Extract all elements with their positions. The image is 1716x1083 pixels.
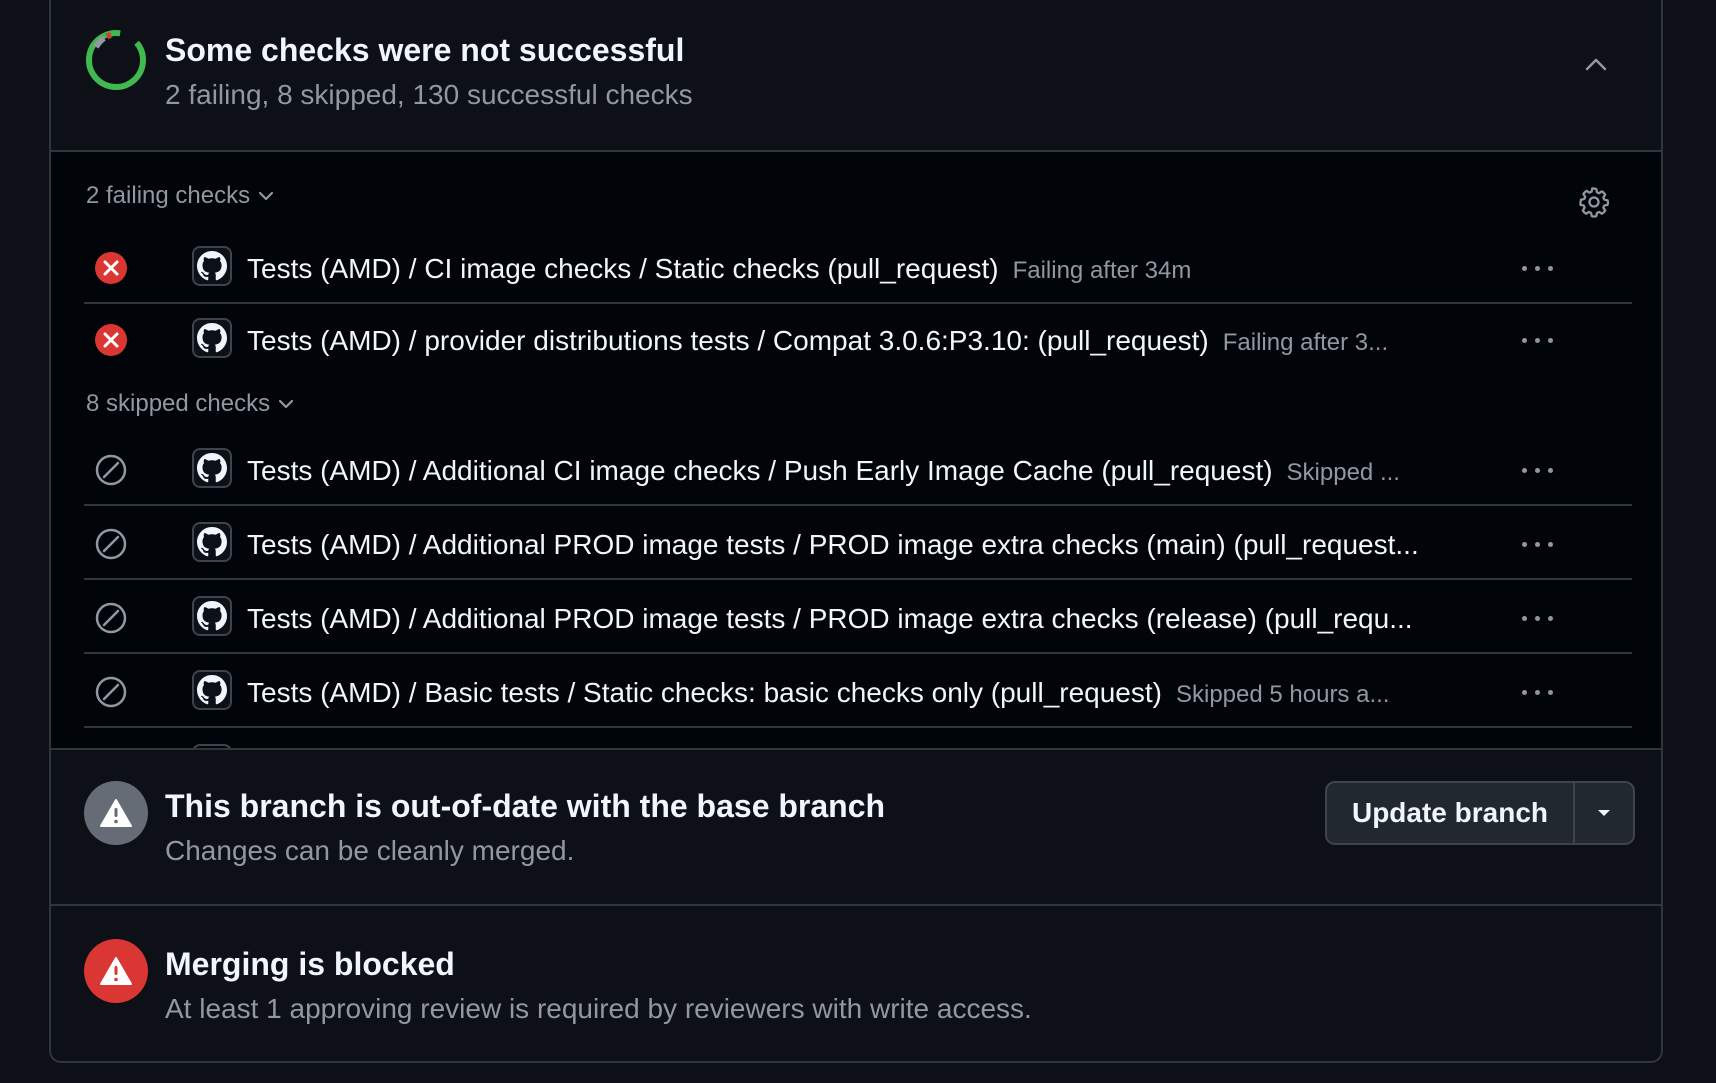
check-name-link[interactable]: Tests (AMD) / Additional CI image checks… <box>247 455 1273 486</box>
check-status-text: Skipped ... <box>1286 459 1400 486</box>
merge-status-section: Merging is blocked At least 1 approving … <box>51 906 1661 1061</box>
kebab-dot <box>1547 467 1553 473</box>
partial-progress-ring-icon <box>86 30 146 90</box>
kebab-dot <box>1521 541 1527 547</box>
github-actions-avatar <box>192 596 232 636</box>
github-actions-avatar <box>192 522 232 562</box>
check-name-link[interactable]: Tests (AMD) / Additional PROD image test… <box>247 603 1413 634</box>
github-mark-icon <box>197 323 227 353</box>
kebab-dot <box>1534 337 1540 343</box>
github-mark-icon <box>197 453 227 483</box>
skip-icon <box>95 454 127 486</box>
check-row[interactable]: Tests (AMD) / CI image checks / Static c… <box>84 232 1632 304</box>
skipped-checks-label: 8 skipped checks <box>86 390 271 417</box>
skip-icon <box>95 676 127 708</box>
check-actions-button[interactable] <box>1514 526 1560 562</box>
kebab-dot <box>1547 615 1553 621</box>
check-status-text: Skipped 5 hours a... <box>1175 681 1390 708</box>
kebab-dot <box>1521 337 1527 343</box>
check-status-text: Failing after 3... <box>1222 329 1389 356</box>
branch-status-subtitle: Changes can be cleanly merged. <box>165 835 575 866</box>
chevron-up-icon <box>1585 58 1607 71</box>
github-mark-icon <box>197 675 227 705</box>
check-name-link[interactable]: Tests (AMD) / provider distributions tes… <box>247 325 1209 356</box>
check-actions-button[interactable] <box>1514 600 1560 636</box>
alert-icon <box>84 939 148 1003</box>
x-circle-fill-icon <box>95 324 127 356</box>
update-branch-button-group: Update branch <box>1325 781 1635 845</box>
merge-box: Some checks were not successful 2 failin… <box>49 0 1663 1063</box>
kebab-dot <box>1547 337 1553 343</box>
update-branch-menu-button[interactable] <box>1575 783 1633 843</box>
merge-status-title: Merging is blocked <box>165 946 455 982</box>
check-actions-button[interactable] <box>1514 322 1560 358</box>
check-row[interactable]: Tests (AMD) / Basic tests / Static check… <box>84 656 1632 728</box>
kebab-dot <box>1534 615 1540 621</box>
kebab-dot <box>1521 689 1527 695</box>
checks-summary-subtitle: 2 failing, 8 skipped, 130 successful che… <box>165 79 693 110</box>
github-mark-icon <box>197 601 227 631</box>
kebab-dot <box>1534 265 1540 271</box>
github-actions-avatar <box>192 670 232 710</box>
check-row[interactable]: Tests (AMD) / Additional PROD image test… <box>84 582 1632 654</box>
kebab-dot <box>1521 265 1527 271</box>
skip-icon <box>95 602 127 634</box>
github-mark-icon <box>197 527 227 557</box>
checks-summary-header: Some checks were not successful 2 failin… <box>51 0 1661 152</box>
github-mark-icon <box>197 251 227 281</box>
github-actions-avatar <box>192 448 232 488</box>
skipped-checks-toggle[interactable]: 8 skipped checks <box>86 390 294 418</box>
check-name-link[interactable]: Tests (AMD) / Additional PROD image test… <box>247 529 1419 560</box>
kebab-dot <box>1521 467 1527 473</box>
github-actions-avatar <box>192 318 232 358</box>
kebab-dot <box>1521 615 1527 621</box>
check-name-link[interactable]: Tests (AMD) / Basic tests / Static check… <box>247 677 1162 708</box>
kebab-dot <box>1534 689 1540 695</box>
check-row[interactable]: Tests (AMD) / Additional CI image checks… <box>84 434 1632 506</box>
check-actions-button[interactable] <box>1514 250 1560 286</box>
chevron-down-icon <box>279 399 294 409</box>
checks-summary-title: Some checks were not successful <box>165 32 685 68</box>
update-branch-button[interactable]: Update branch <box>1327 783 1575 843</box>
x-circle-fill-icon <box>95 252 127 284</box>
check-status-text: Failing after 34m <box>1012 257 1192 284</box>
triangle-down-icon <box>1598 810 1610 816</box>
skip-icon <box>95 528 127 560</box>
check-name-link[interactable]: Tests (AMD) / CI image checks / Static c… <box>247 253 999 284</box>
kebab-dot <box>1547 265 1553 271</box>
check-actions-button[interactable] <box>1514 452 1560 488</box>
collapse-checks-button[interactable] <box>1576 44 1616 84</box>
github-actions-avatar <box>192 246 232 286</box>
merge-status-subtitle: At least 1 approving review is required … <box>165 993 1032 1024</box>
chevron-down-icon <box>258 191 274 201</box>
failing-checks-toggle[interactable]: 2 failing checks <box>86 182 274 210</box>
kebab-dot <box>1547 541 1553 547</box>
check-actions-button[interactable] <box>1514 674 1560 710</box>
checks-list: 2 failing checks Tests (AMD) / CI image … <box>51 152 1661 750</box>
branch-status-section: This branch is out-of-date with the base… <box>51 750 1661 906</box>
alert-icon <box>84 781 148 845</box>
branch-status-title: This branch is out-of-date with the base… <box>165 788 886 824</box>
kebab-dot <box>1534 467 1540 473</box>
gear-icon <box>1579 187 1610 218</box>
kebab-dot <box>1534 541 1540 547</box>
check-row[interactable]: Tests (AMD) / Additional PROD image test… <box>84 508 1632 580</box>
failing-checks-label: 2 failing checks <box>86 182 251 209</box>
checks-settings-button[interactable] <box>1576 184 1612 220</box>
kebab-dot <box>1547 689 1553 695</box>
check-row[interactable]: Tests (AMD) / provider distributions tes… <box>84 304 1632 376</box>
